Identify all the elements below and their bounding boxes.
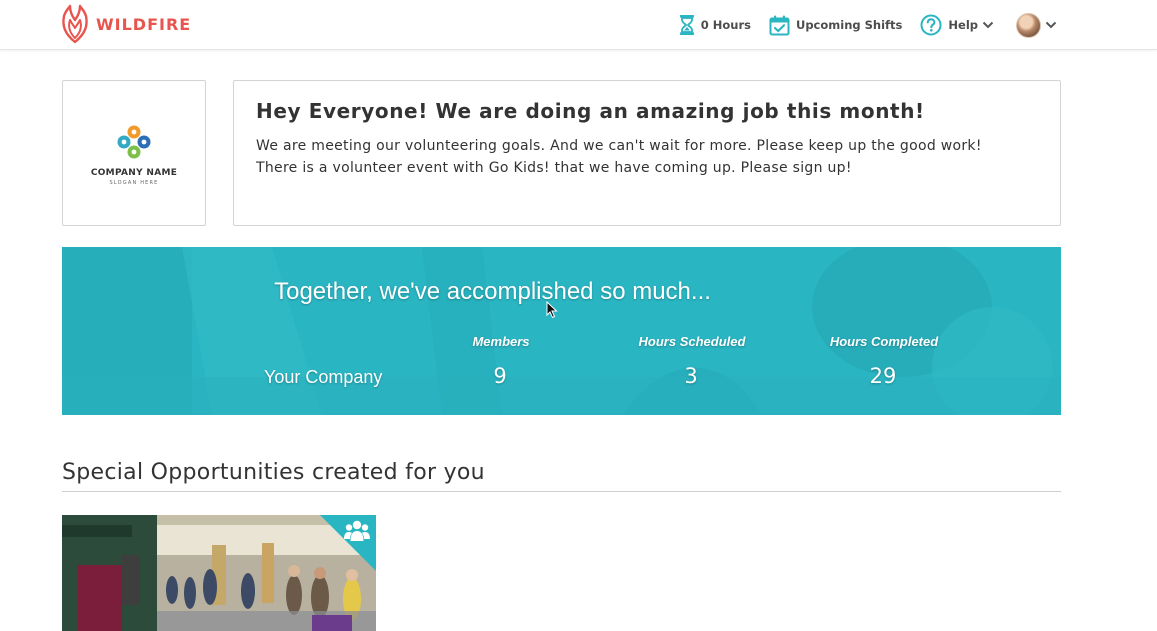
avatar bbox=[1016, 12, 1041, 38]
company-name: COMPANY NAME bbox=[90, 168, 178, 178]
top-navigation-bar: WILDFIRE 0 Hours Upcoming Shifts Help bbox=[0, 0, 1157, 50]
company-slogan: SLOGAN HERE bbox=[109, 180, 159, 186]
chevron-down-icon bbox=[1045, 21, 1057, 29]
user-menu-bar: 0 Hours Upcoming Shifts Help bbox=[679, 11, 1057, 39]
hours-label: 0 Hours bbox=[700, 18, 751, 32]
hourglass-icon bbox=[679, 14, 695, 36]
group-icon bbox=[344, 520, 370, 541]
opportunity-card[interactable] bbox=[62, 515, 376, 631]
brand-name: WILDFIRE bbox=[96, 14, 192, 34]
announcement-card: Hey Everyone! We are doing an amazing jo… bbox=[233, 80, 1061, 226]
company-logo-icon bbox=[117, 125, 151, 159]
account-dropdown[interactable] bbox=[1016, 12, 1057, 38]
stat-hours-completed-label: Hours Completed bbox=[829, 334, 939, 349]
question-circle-icon bbox=[920, 14, 942, 36]
help-label: Help bbox=[948, 18, 978, 32]
wildfire-logo-icon bbox=[62, 4, 88, 44]
stat-hours-completed-value: 29 bbox=[869, 364, 897, 388]
announcement-title: Hey Everyone! We are doing an amazing jo… bbox=[256, 99, 925, 123]
company-logo-card: COMPANY NAME SLOGAN HERE bbox=[62, 80, 206, 226]
calendar-check-icon bbox=[769, 15, 790, 36]
announcement-body: We are meeting our volunteering goals. A… bbox=[256, 135, 1038, 179]
banner-title-text: Together, we've accomplished so much... bbox=[274, 278, 711, 305]
accomplishments-banner: Together, we've accomplished so much... … bbox=[62, 247, 1061, 415]
hours-link[interactable]: 0 Hours bbox=[679, 14, 751, 36]
help-dropdown[interactable]: Help bbox=[920, 14, 994, 36]
special-opportunities-heading: Special Opportunities created for you bbox=[62, 460, 1061, 492]
chevron-down-icon bbox=[982, 21, 994, 29]
stat-members-label: Members bbox=[472, 334, 530, 349]
banner-company-label: Your Company bbox=[264, 367, 383, 387]
upcoming-shifts-label: Upcoming Shifts bbox=[795, 18, 903, 32]
stat-members-value: 9 bbox=[493, 364, 507, 388]
wildfire-logo-link[interactable]: WILDFIRE bbox=[60, 4, 191, 44]
mouse-cursor-icon bbox=[546, 301, 558, 319]
announcement-line: There is a volunteer event with Go Kids!… bbox=[256, 160, 852, 176]
banner-background-image bbox=[62, 247, 1061, 415]
stat-hours-scheduled-value: 3 bbox=[684, 364, 698, 388]
banner-title: Together, we've accomplished so much... bbox=[62, 278, 862, 306]
upcoming-shifts-link[interactable]: Upcoming Shifts bbox=[769, 15, 902, 36]
announcement-line: We are meeting our volunteering goals. A… bbox=[256, 138, 982, 154]
stat-hours-scheduled-label: Hours Scheduled bbox=[638, 334, 746, 349]
